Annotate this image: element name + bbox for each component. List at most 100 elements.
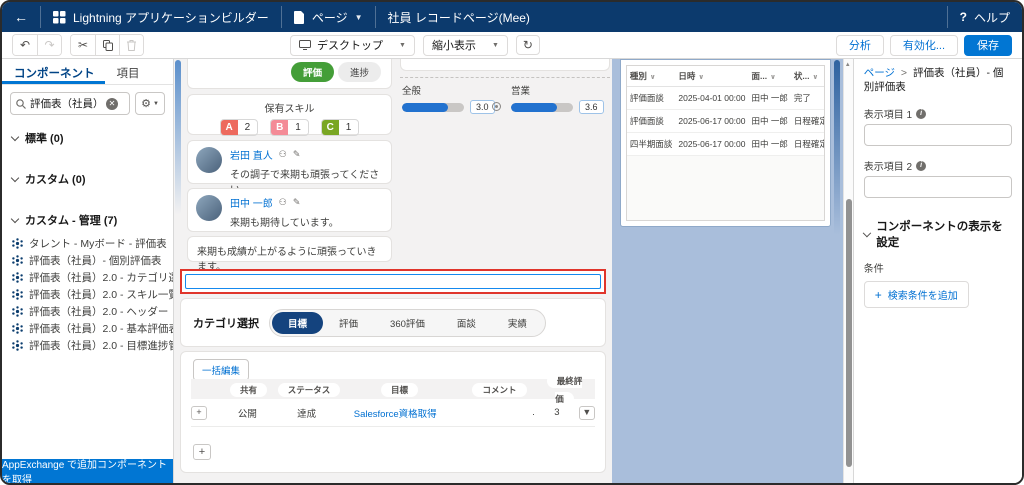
toggle-evaluation-button[interactable]: 評価 — [290, 62, 334, 82]
edit-icon[interactable]: ✎ — [293, 149, 301, 160]
region-scrollbar-thumb[interactable] — [833, 60, 840, 235]
settings-dropdown-button[interactable]: ⚙ ▼ — [135, 92, 165, 115]
column-header: 共有 — [229, 383, 267, 397]
delete-button[interactable] — [119, 35, 143, 55]
component-list-item[interactable]: 評価表（社員）2.0 - スキル一覧 — [12, 286, 173, 303]
goal-comment: . — [532, 407, 535, 418]
appexchange-banner[interactable]: AppExchange で追加コンポーネントを取得 — [2, 459, 173, 483]
commenter-name-link[interactable]: 岩田 直人 — [230, 147, 273, 162]
component-list-item[interactable]: 評価表（社員）2.0 - 基本評価表 — [12, 320, 173, 337]
column-header[interactable]: 面... ∨ — [748, 66, 791, 87]
segment-goal[interactable]: 目標 — [272, 312, 324, 334]
section-custom-managed[interactable]: カスタム - 管理 (7) — [2, 203, 173, 232]
tab-fields[interactable]: 項目 — [105, 59, 150, 84]
commenter-name-link[interactable]: 田中 一郎 — [230, 195, 273, 210]
canvas-scrollbar-thumb[interactable] — [175, 60, 181, 215]
goal-link[interactable]: Salesforce資格取得 — [354, 409, 437, 420]
page-icon — [293, 10, 304, 24]
help-menu[interactable]: ? ヘルプ — [948, 2, 1022, 32]
visibility-section-toggle[interactable]: コンポーネントの表示を設定 — [862, 218, 1012, 250]
builder-title: Lightning アプリケーションビルダー — [41, 2, 281, 32]
column-header: 目標 — [380, 383, 418, 397]
component-list-item[interactable]: タレント - Myボード - 評価表（社... — [12, 235, 173, 252]
analyze-button[interactable]: 分析 — [835, 34, 884, 56]
interview-row: 四半期面談 2025-06-17 00:00 田中 一郎 日程確定 ▼ — [626, 132, 824, 156]
interviews-card: 種別 ∨ 日時 ∨ 面... ∨ 状... ∨ 評価面談 2025-04-01 00:0… — [619, 59, 831, 227]
row-menu-button[interactable]: ▼ — [578, 405, 595, 420]
category-segments: 目標 評価 360評価 面談 実績 — [269, 309, 546, 337]
custom-component-icon — [12, 340, 23, 351]
user-icon[interactable]: ⚇ — [279, 149, 287, 160]
undo-button[interactable]: ↶ — [13, 35, 37, 55]
view-selector[interactable]: 縮小表示 ▼ — [422, 34, 508, 56]
evaluation-toggle-card: 評価 進捗 — [187, 59, 392, 89]
column-header[interactable]: 種別 ∨ — [626, 66, 676, 87]
component-list-item[interactable]: 評価表（社員）2.0 - ヘッダー（※... — [12, 303, 173, 320]
app-window: ← Lightning アプリケーションビルダー ページ ▼ 社員 レコードページ… — [0, 0, 1024, 485]
column-header: ステータス — [277, 383, 341, 397]
copy-button[interactable] — [95, 35, 119, 55]
goal-share: 公開 — [237, 408, 257, 420]
section-custom[interactable]: カスタム (0) — [2, 162, 173, 191]
toggle-progress-button[interactable]: 進捗 — [337, 62, 381, 82]
segment-evaluation[interactable]: 評価 — [323, 312, 374, 334]
component-list-item[interactable]: 評価表（社員）2.0 - カテゴリ選択 — [12, 269, 173, 286]
condition-label: 条件 — [863, 264, 884, 276]
display-field-2-input[interactable] — [863, 176, 1012, 199]
gear-icon: ⚙ — [141, 98, 151, 110]
segment-results[interactable]: 実績 — [492, 312, 543, 334]
component-list: タレント - Myボード - 評価表（社... 評価表（社員）- 個別評価表 評… — [2, 232, 173, 354]
chevron-down-icon: ▼ — [399, 41, 406, 49]
component-list-item[interactable]: 評価表（社員）2.0 - 目標進捗管理 — [12, 337, 173, 354]
segment-360[interactable]: 360評価 — [374, 312, 441, 334]
component-list-item[interactable]: 評価表（社員）- 個別評価表 — [12, 252, 173, 269]
search-input[interactable] — [30, 97, 102, 110]
components-sidebar: コンポーネント 項目 ✕ ⚙▼ 標準 (0) カスタム (0) カスタム - 管… — [2, 59, 174, 483]
cut-button[interactable]: ✂ — [71, 35, 95, 55]
save-button[interactable]: 保存 — [964, 34, 1012, 56]
chevron-down-icon: ▼ — [354, 12, 363, 22]
individual-evaluation-component[interactable] — [185, 274, 601, 289]
device-selector[interactable]: デスクトップ ▼ — [290, 34, 415, 56]
info-icon: i — [916, 108, 927, 119]
display-field-1-input[interactable] — [863, 124, 1012, 147]
chevron-down-icon: ▼ — [491, 41, 499, 49]
self-comment-card: 来期も成績が上がるように頑張っていきます。 — [187, 236, 392, 273]
add-goal-button[interactable]: + — [193, 444, 211, 460]
main-scrollbar[interactable]: ▲ — [842, 59, 853, 483]
redo-button[interactable]: ↷ — [37, 35, 61, 55]
score-label: 全般 — [402, 86, 422, 97]
desktop-icon — [299, 40, 311, 50]
refresh-button[interactable]: ↻ — [515, 35, 540, 55]
segment-interview[interactable]: 面談 — [441, 312, 492, 334]
custom-component-icon — [12, 289, 23, 300]
goals-table-card: 一括編集 共有 ステータス 目標 コメント 最終評価 + 公開 達成 Sales… — [180, 351, 606, 473]
clear-search-icon[interactable]: ✕ — [106, 97, 118, 110]
score-value: 3.6 — [579, 100, 604, 114]
bulk-edit-button[interactable]: 一括編集 — [193, 359, 250, 381]
user-icon[interactable]: ⚇ — [279, 197, 287, 208]
column-header[interactable]: 状... ∨ — [790, 66, 824, 87]
selected-component-highlight[interactable] — [180, 269, 606, 294]
scroll-up-icon[interactable]: ▲ — [845, 62, 851, 68]
comment-text: 来期も期待しています。 — [230, 218, 339, 229]
info-icon: i — [916, 160, 927, 171]
chevron-down-icon — [10, 173, 20, 182]
main-scrollbar-thumb[interactable] — [845, 199, 852, 467]
chevron-down-icon: ▼ — [152, 100, 159, 107]
goal-status: 達成 — [297, 408, 317, 420]
tab-components[interactable]: コンポーネント — [2, 59, 105, 84]
back-button[interactable]: ← — [2, 2, 40, 32]
component-search[interactable]: ✕ — [10, 92, 130, 115]
column-header[interactable]: 日時 ∨ — [675, 66, 749, 87]
score-value: 3.0 — [470, 100, 495, 114]
activate-button[interactable]: 有効化... — [889, 34, 958, 56]
edit-icon[interactable]: ✎ — [293, 197, 301, 208]
breadcrumb-page-link[interactable]: ページ — [864, 67, 895, 79]
expand-row-button[interactable]: + — [191, 405, 207, 420]
section-standard[interactable]: 標準 (0) — [2, 121, 173, 150]
add-filter-button[interactable]: + 検索条件を追加 — [863, 281, 969, 309]
properties-panel: ページ > 評価表（社員）- 個別評価表 表示項目 1i 表示項目 2i コンポ… — [852, 59, 1022, 483]
pages-menu[interactable]: ページ ▼ — [282, 2, 375, 32]
plus-icon: + — [874, 287, 882, 302]
